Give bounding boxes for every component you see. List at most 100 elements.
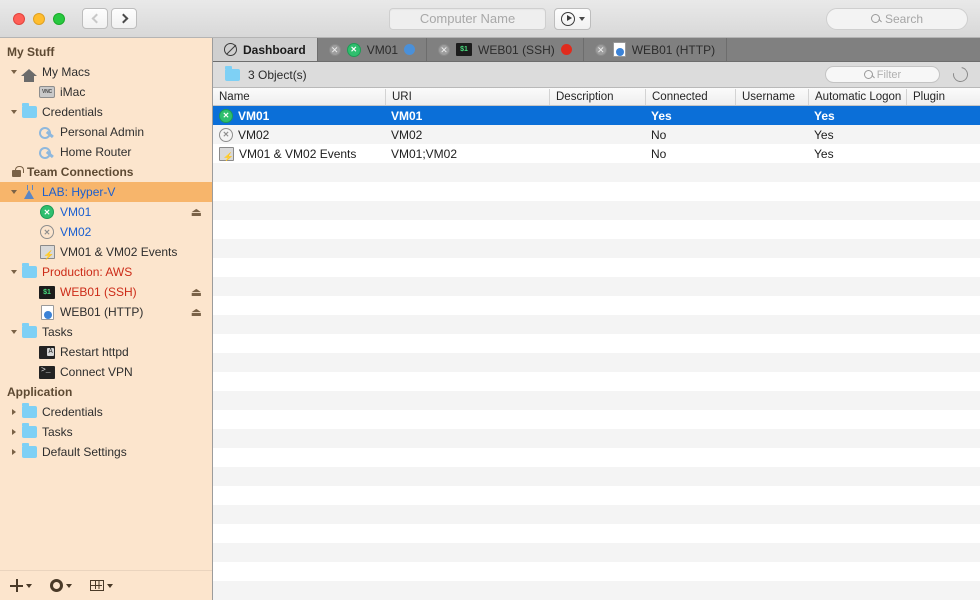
maximize-window-button[interactable] [53, 12, 65, 25]
table-cell-name: ✕ VM01 [213, 108, 385, 123]
table-row-empty [213, 163, 980, 182]
column-header-username[interactable]: Username [735, 88, 808, 105]
sidebar-item-vm01-vm02-events[interactable]: VM01 & VM02 Events [0, 242, 212, 262]
sidebar-item-web01-ssh[interactable]: $1 WEB01 (SSH) ⏏ [0, 282, 212, 302]
back-button[interactable] [82, 8, 108, 29]
sidebar-item-home-router[interactable]: Home Router [0, 142, 212, 162]
plus-icon [10, 579, 23, 592]
table-row-empty [213, 562, 980, 581]
chevron-right-icon[interactable] [7, 429, 20, 435]
chevron-right-icon [118, 13, 128, 24]
sidebar-item-label: Restart httpd [60, 345, 129, 359]
column-header-connected[interactable]: Connected [645, 88, 735, 105]
table-row[interactable]: VM01 & VM02 Events VM01;VM02 No Yes [213, 144, 980, 163]
settings-button[interactable] [50, 579, 72, 592]
table-row[interactable]: ✕ VM02 VM02 No Yes [213, 125, 980, 144]
icon-slot [38, 126, 56, 138]
search-icon [863, 70, 873, 79]
folder-icon [21, 443, 37, 458]
window-controls [0, 12, 65, 25]
sidebar-item-production-aws[interactable]: Production: AWS [0, 262, 212, 282]
icon-slot [20, 263, 38, 278]
play-icon [561, 11, 575, 26]
key-icon [39, 126, 55, 138]
refresh-button[interactable] [950, 64, 971, 85]
filter-input[interactable]: Filter [825, 66, 940, 83]
cell-text: No [651, 146, 667, 161]
sidebar-item-lab-hyper-v[interactable]: LAB: Hyper-V [0, 182, 212, 202]
sidebar-item-label: Credentials [42, 405, 103, 419]
sidebar-item-label: Tasks [42, 325, 73, 339]
sidebar-item-label: Credentials [42, 105, 103, 119]
vm-online-icon: ✕ [40, 205, 54, 219]
table-row-empty [213, 524, 980, 543]
sidebar-item-vm01[interactable]: ✕ VM01 ⏏ [0, 202, 212, 222]
eject-icon[interactable]: ⏏ [191, 285, 202, 299]
search-icon [870, 14, 880, 23]
chevron-down-icon[interactable] [7, 270, 20, 274]
eject-icon[interactable]: ⏏ [191, 305, 202, 319]
chevron-down-icon[interactable] [7, 190, 20, 194]
chevron-down-icon[interactable] [7, 110, 20, 114]
column-header-name[interactable]: Name [213, 89, 385, 105]
view-options-button[interactable] [90, 580, 113, 591]
icon-slot [38, 245, 56, 261]
sidebar-item-credentials[interactable]: Credentials [0, 102, 212, 122]
cell-text: VM02 [238, 127, 270, 142]
sidebar-item-vm02[interactable]: ✕ VM02 [0, 222, 212, 242]
sidebar-group-label: My Stuff [7, 45, 55, 59]
add-button[interactable] [10, 579, 32, 592]
table-row-empty [213, 353, 980, 372]
app-window: Computer Name Search My Stuff My Macs VNC i… [0, 0, 980, 600]
column-header-plugin[interactable]: Plugin [906, 88, 980, 105]
chevron-right-icon[interactable] [7, 449, 20, 455]
table-row[interactable]: ✕ VM01 VM01 Yes Yes [213, 106, 980, 125]
icon-slot: ✕ [38, 225, 56, 239]
minimize-window-button[interactable] [33, 12, 45, 25]
window-body: My Stuff My Macs VNC iMac Credentials Persona… [0, 38, 980, 600]
tab-web01-ssh[interactable]: ✕ $1 WEB01 (SSH) [427, 38, 584, 61]
table-row-empty [213, 448, 980, 467]
sidebar-item-label: Production: AWS [42, 265, 133, 279]
column-header-uri[interactable]: URI [385, 88, 549, 105]
column-header-automatic-logon[interactable]: Automatic Logon [808, 88, 906, 105]
computer-name-input[interactable]: Computer Name [389, 7, 546, 30]
table-row-empty [213, 429, 980, 448]
sidebar-item-my-macs[interactable]: My Macs [0, 62, 212, 82]
close-icon[interactable]: ✕ [594, 43, 607, 56]
forward-button[interactable] [111, 8, 137, 29]
sidebar-item-imac[interactable]: VNC iMac [0, 82, 212, 102]
vm-offline-icon: ✕ [219, 127, 233, 142]
table-cell-automatic-logon: Yes [808, 147, 906, 161]
tab-dashboard[interactable]: Dashboard [213, 38, 318, 61]
sidebar-item-credentials[interactable]: Credentials [0, 402, 212, 422]
close-icon[interactable]: ✕ [438, 43, 451, 56]
sidebar-item-default-settings[interactable]: Default Settings [0, 442, 212, 462]
chevron-down-icon[interactable] [7, 330, 20, 334]
chevron-down-icon [579, 16, 585, 21]
chevron-down-icon[interactable] [7, 70, 20, 74]
icon-slot [20, 423, 38, 438]
chevron-right-icon[interactable] [7, 409, 20, 415]
sidebar-item-tasks[interactable]: Tasks [0, 322, 212, 342]
close-icon[interactable]: ✕ [328, 43, 341, 56]
eject-icon[interactable]: ⏏ [191, 205, 202, 219]
sidebar-item-personal-admin[interactable]: Personal Admin [0, 122, 212, 142]
connect-button[interactable] [554, 7, 591, 30]
tab-web01-http[interactable]: ✕ WEB01 (HTTP) [583, 38, 728, 61]
close-window-button[interactable] [13, 12, 25, 25]
sidebar-item-label: WEB01 (SSH) [60, 285, 137, 299]
table-row-empty [213, 220, 980, 239]
sidebar-item-connect-vpn[interactable]: Connect VPN [0, 362, 212, 382]
tab-vm01[interactable]: ✕ ✕ VM01 [317, 38, 428, 61]
sidebar-item-tasks[interactable]: Tasks [0, 422, 212, 442]
folder-icon [225, 65, 240, 81]
search-input[interactable]: Search [826, 7, 968, 30]
sidebar-item-restart-httpd[interactable]: Restart httpd [0, 342, 212, 362]
column-header-description[interactable]: Description [549, 88, 645, 105]
folder-icon [21, 263, 37, 278]
sidebar-item-web01-http[interactable]: WEB01 (HTTP) ⏏ [0, 302, 212, 322]
applescript-icon [39, 345, 55, 359]
connect-bar: Computer Name [389, 7, 591, 30]
chevron-down-icon [26, 583, 32, 588]
